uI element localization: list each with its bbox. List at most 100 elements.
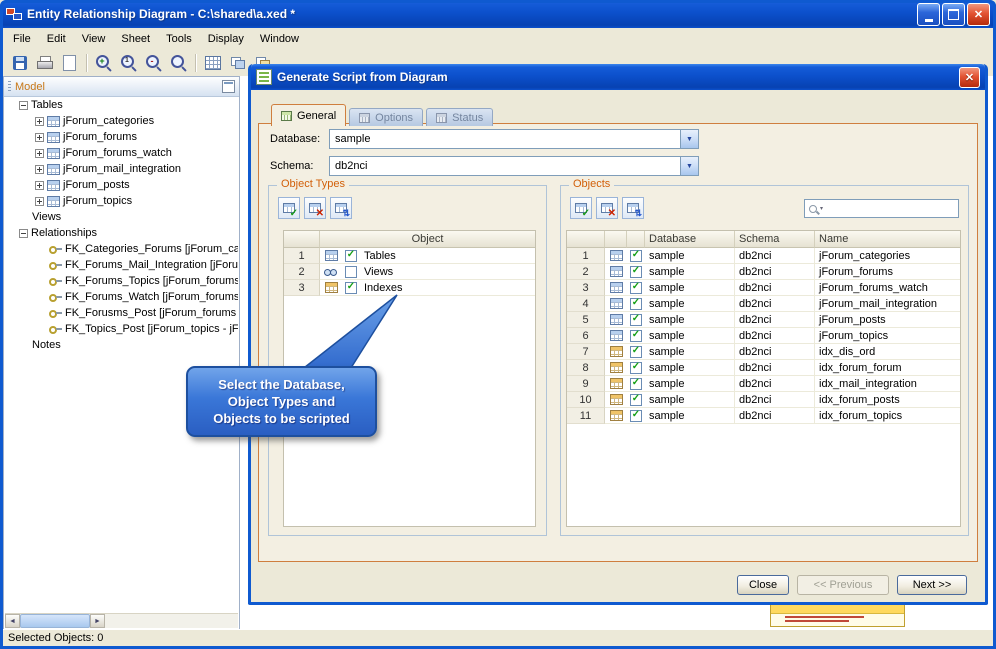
row-checkbox[interactable] — [630, 361, 642, 374]
invert-selection-button[interactable] — [622, 197, 644, 219]
tree-node-views[interactable]: Views — [5, 209, 238, 225]
tree-node-table[interactable]: jForum_forums_watch — [5, 145, 238, 161]
tree-node-relationship[interactable]: FK_Forums_Mail_Integration [jForu — [5, 257, 238, 273]
row-checkbox[interactable] — [630, 265, 642, 278]
expand-icon[interactable] — [35, 164, 44, 174]
grid-button[interactable] — [201, 52, 224, 74]
schema-cell: db2nci — [735, 376, 815, 392]
menu-tools[interactable]: Tools — [158, 31, 200, 47]
tree-node-relationship[interactable]: FK_Forums_Watch [jForum_forums — [5, 289, 238, 305]
name-column-header: Name — [815, 231, 960, 248]
schema-combobox[interactable]: db2nci ▼ — [329, 156, 699, 176]
row-checkbox[interactable] — [630, 377, 642, 390]
zoom-in-button[interactable] — [92, 52, 115, 74]
tree-node-table[interactable]: jForum_topics — [5, 193, 238, 209]
row-checkbox[interactable] — [630, 345, 642, 358]
collapse-icon[interactable] — [19, 100, 28, 110]
chevron-down-icon[interactable]: ▼ — [680, 130, 698, 148]
print-button[interactable] — [33, 52, 56, 74]
database-cell: sample — [645, 296, 735, 312]
database-combobox[interactable]: sample ▼ — [329, 129, 699, 149]
object-row[interactable]: 4 sample db2nci jForum_mail_integration — [567, 296, 960, 312]
scrollbar-thumb[interactable] — [20, 614, 90, 628]
tree-node-relationship[interactable]: FK_Forums_Topics [jForum_forums — [5, 273, 238, 289]
expand-icon[interactable] — [35, 116, 44, 126]
object-row[interactable]: 7 sample db2nci idx_dis_ord — [567, 344, 960, 360]
object-row[interactable]: 1 sample db2nci jForum_categories — [567, 248, 960, 264]
zoom-100-button[interactable] — [117, 52, 140, 74]
tree-node-table[interactable]: jForum_forums — [5, 129, 238, 145]
model-panel-header[interactable]: Model — [4, 77, 239, 97]
tree-node-notes[interactable]: Notes — [5, 337, 238, 353]
row-checkbox[interactable] — [630, 297, 642, 310]
tab-options[interactable]: Options — [349, 108, 424, 126]
horizontal-scrollbar[interactable]: ◄ ► — [5, 613, 238, 628]
menu-file[interactable]: File — [5, 31, 39, 47]
menu-display[interactable]: Display — [200, 31, 252, 47]
arrange-button[interactable] — [226, 52, 249, 74]
tab-general[interactable]: General — [271, 104, 347, 126]
menu-window[interactable]: Window — [252, 31, 307, 47]
check-all-button[interactable] — [570, 197, 592, 219]
expand-icon[interactable] — [35, 196, 44, 206]
tree-node-table[interactable]: jForum_categories — [5, 113, 238, 129]
previous-button[interactable]: << Previous — [797, 575, 889, 595]
object-row[interactable]: 2 sample db2nci jForum_forums — [567, 264, 960, 280]
object-row[interactable]: 9 sample db2nci idx_mail_integration — [567, 376, 960, 392]
titlebar[interactable]: Entity Relationship Diagram - C:\shared\… — [0, 0, 996, 28]
dialog-titlebar[interactable]: Generate Script from Diagram ✕ — [251, 64, 985, 90]
row-checkbox[interactable] — [630, 313, 642, 326]
invert-selection-button[interactable] — [330, 197, 352, 219]
row-checkbox[interactable] — [630, 393, 642, 406]
scroll-right-button[interactable]: ► — [90, 614, 105, 628]
object-type-row[interactable]: 2 Views — [284, 264, 535, 280]
page-button[interactable] — [58, 52, 81, 74]
check-all-button[interactable] — [278, 197, 300, 219]
scroll-left-button[interactable]: ◄ — [5, 614, 20, 628]
expand-icon[interactable] — [35, 132, 44, 142]
row-checkbox[interactable] — [630, 281, 642, 294]
expand-icon[interactable] — [35, 180, 44, 190]
uncheck-all-button[interactable] — [596, 197, 618, 219]
object-column-header: Object — [320, 231, 535, 248]
row-checkbox[interactable] — [345, 265, 357, 278]
close-button[interactable]: ✕ — [967, 2, 990, 26]
objects-search-input[interactable] — [826, 199, 954, 218]
tree-node-tables[interactable]: Tables — [5, 97, 238, 113]
search-options-chevron-icon[interactable]: ▾ — [820, 205, 823, 212]
row-checkbox[interactable] — [345, 249, 357, 262]
float-panel-button[interactable] — [222, 80, 235, 93]
tree-node-relationship[interactable]: FK_Topics_Post [jForum_topics - jF — [5, 321, 238, 337]
object-row[interactable]: 3 sample db2nci jForum_forums_watch — [567, 280, 960, 296]
maximize-button[interactable] — [942, 2, 965, 26]
object-row[interactable]: 5 sample db2nci jForum_posts — [567, 312, 960, 328]
zoom-fit-button[interactable] — [167, 52, 190, 74]
dialog-close-button[interactable]: ✕ — [959, 66, 980, 88]
menu-view[interactable]: View — [74, 31, 114, 47]
object-type-row[interactable]: 1 Tables — [284, 248, 535, 264]
next-button[interactable]: Next >> — [897, 575, 967, 595]
collapse-icon[interactable] — [19, 228, 28, 238]
row-checkbox[interactable] — [630, 249, 642, 262]
uncheck-all-button[interactable] — [304, 197, 326, 219]
menu-sheet[interactable]: Sheet — [113, 31, 158, 47]
minimize-button[interactable] — [917, 2, 940, 26]
close-dialog-button[interactable]: Close — [737, 575, 789, 595]
tree-node-relationship[interactable]: FK_Categories_Forums [jForum_ca — [5, 241, 238, 257]
tree-node-relationships[interactable]: Relationships — [5, 225, 238, 241]
object-row[interactable]: 11 sample db2nci idx_forum_topics — [567, 408, 960, 424]
object-row[interactable]: 6 sample db2nci jForum_topics — [567, 328, 960, 344]
tree-node-table[interactable]: jForum_posts — [5, 177, 238, 193]
object-row[interactable]: 8 sample db2nci idx_forum_forum — [567, 360, 960, 376]
row-checkbox[interactable] — [630, 329, 642, 342]
chevron-down-icon[interactable]: ▼ — [680, 157, 698, 175]
object-row[interactable]: 10 sample db2nci idx_forum_posts — [567, 392, 960, 408]
tree-node-table[interactable]: jForum_mail_integration — [5, 161, 238, 177]
zoom-out-button[interactable] — [142, 52, 165, 74]
menu-edit[interactable]: Edit — [39, 31, 74, 47]
row-checkbox[interactable] — [630, 409, 642, 422]
tree-node-relationship[interactable]: FK_Forusms_Post [jForum_forums — [5, 305, 238, 321]
save-button[interactable] — [8, 52, 31, 74]
tab-status[interactable]: Status — [426, 108, 494, 126]
expand-icon[interactable] — [35, 148, 44, 158]
